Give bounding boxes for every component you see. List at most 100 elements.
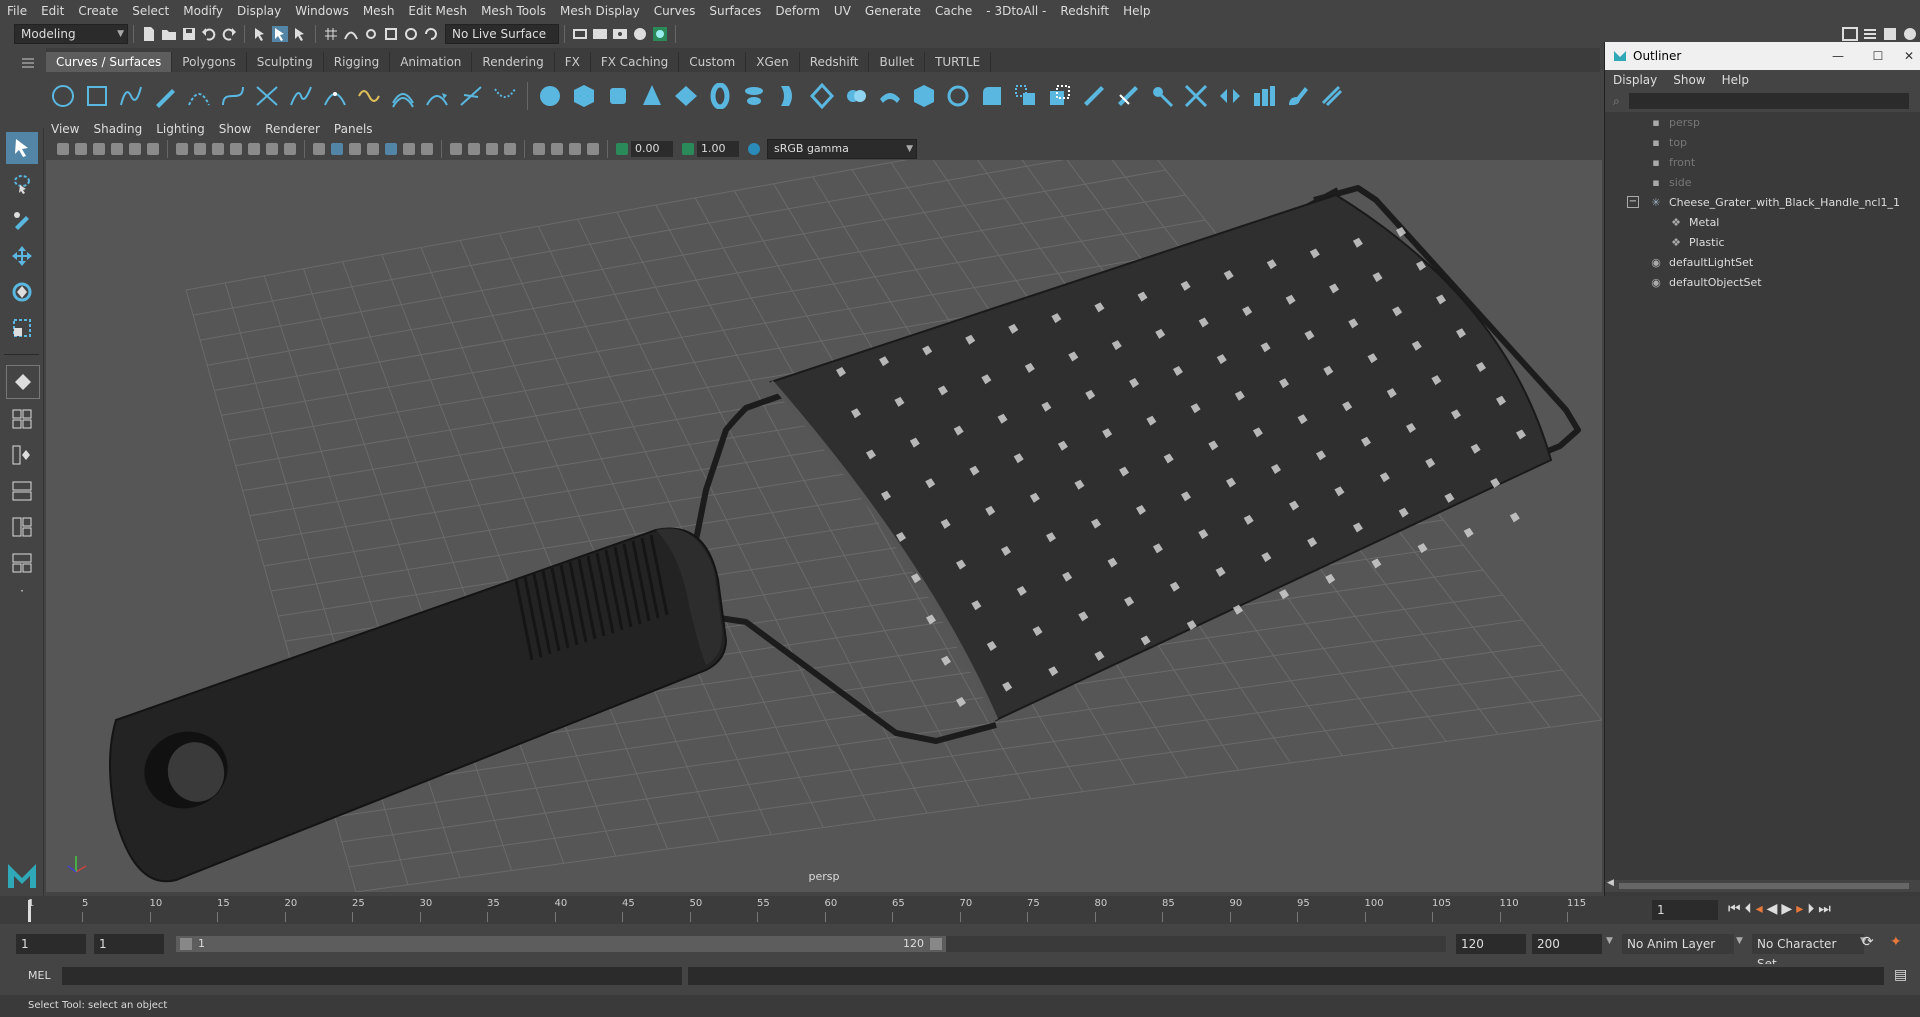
- hypershade-layout[interactable]: [6, 511, 38, 543]
- go-to-end-icon[interactable]: ⏭: [1818, 901, 1831, 917]
- viewport-menu-renderer[interactable]: Renderer: [258, 122, 327, 136]
- xray-active-icon[interactable]: [569, 143, 581, 155]
- scale-tool[interactable]: [6, 312, 38, 344]
- color-management-icon[interactable]: [748, 143, 760, 155]
- new-scene-icon[interactable]: [141, 26, 157, 42]
- mode-dropdown[interactable]: Modeling ▼: [14, 24, 128, 44]
- menu-mesh-display[interactable]: Mesh Display: [553, 4, 647, 18]
- menu-select[interactable]: Select: [125, 4, 176, 18]
- auto-key-icon[interactable]: ⟳: [1862, 934, 1874, 950]
- pencil-curve-icon[interactable]: [152, 83, 178, 109]
- step-forward-key-icon[interactable]: ⏵: [1807, 901, 1814, 917]
- safe-title-icon[interactable]: [284, 143, 296, 155]
- xray-icon[interactable]: [551, 143, 563, 155]
- menu-help[interactable]: Help: [1116, 4, 1157, 18]
- shelf-tab-sculpting[interactable]: Sculpting: [247, 52, 324, 72]
- attribute-editor-toggle-icon[interactable]: [1882, 26, 1898, 42]
- bezier-curve-icon[interactable]: [220, 83, 246, 109]
- menu-file[interactable]: File: [0, 4, 34, 18]
- offset-curve-icon[interactable]: [390, 83, 416, 109]
- motion-blur-icon[interactable]: [468, 143, 480, 155]
- menu-windows[interactable]: Windows: [288, 4, 356, 18]
- outliner-item[interactable]: ▪ top: [1605, 132, 1920, 152]
- camera-icon[interactable]: [57, 143, 69, 155]
- menu-mesh-tools[interactable]: Mesh Tools: [474, 4, 553, 18]
- channel-box-toggle-icon[interactable]: [1862, 26, 1878, 42]
- range-handle-start[interactable]: [180, 938, 192, 950]
- outliner-item[interactable]: ❖ Plastic: [1605, 232, 1920, 252]
- shelf-tab-custom[interactable]: Custom: [679, 52, 747, 72]
- save-scene-icon[interactable]: [181, 26, 197, 42]
- collapse-toggle-icon[interactable]: −: [1627, 196, 1639, 208]
- exposure-icon[interactable]: [616, 143, 628, 155]
- smooth-shade-icon[interactable]: [331, 143, 343, 155]
- gamma-field[interactable]: 1.00: [697, 141, 739, 157]
- shelf-tab-turtle[interactable]: TURTLE: [925, 52, 992, 72]
- bevel-plus-icon[interactable]: [911, 83, 937, 109]
- four-view-layout[interactable]: [6, 403, 38, 435]
- nurbs-cylinder-icon[interactable]: [605, 83, 631, 109]
- playback-end-field[interactable]: 120: [1456, 934, 1526, 954]
- film-gate-icon[interactable]: [194, 143, 206, 155]
- nurbs-cube-icon[interactable]: [571, 83, 597, 109]
- hypershade-icon[interactable]: [632, 26, 648, 42]
- open-scene-icon[interactable]: [161, 26, 177, 42]
- screen-space-ao-icon[interactable]: [450, 143, 462, 155]
- script-editor-icon[interactable]: ▤: [1894, 967, 1907, 983]
- outliner-item[interactable]: − ✳ Cheese_Grater_with_Black_Handle_ncl1_1: [1605, 192, 1920, 212]
- command-language-label[interactable]: MEL: [28, 969, 51, 982]
- snap-curve-icon[interactable]: [343, 26, 359, 42]
- range-handle-end[interactable]: [930, 938, 942, 950]
- play-forwards-icon[interactable]: ▶: [1781, 901, 1792, 917]
- loft-icon[interactable]: [775, 83, 801, 109]
- project-curve-icon[interactable]: [1047, 83, 1073, 109]
- add-points-icon[interactable]: [492, 83, 518, 109]
- scroll-left-icon[interactable]: ◀: [1607, 878, 1614, 888]
- nurbs-torus-icon[interactable]: [707, 83, 733, 109]
- shelf-tab-curves-surfaces[interactable]: Curves / Surfaces: [46, 52, 173, 72]
- menu-redshift[interactable]: Redshift: [1053, 4, 1116, 18]
- paint-select-tool[interactable]: [6, 204, 38, 236]
- select-object-icon[interactable]: [272, 26, 288, 42]
- step-forward-frame-icon[interactable]: ▸: [1796, 901, 1803, 917]
- outliner-item[interactable]: ❖ Metal: [1605, 212, 1920, 232]
- field-chart-icon[interactable]: [248, 143, 260, 155]
- maximize-icon[interactable]: ☐: [1858, 49, 1898, 63]
- grease-pencil-icon[interactable]: [147, 143, 159, 155]
- xray-joints-icon[interactable]: [587, 143, 599, 155]
- bookmark-icon[interactable]: [93, 143, 105, 155]
- redo-icon[interactable]: [221, 26, 237, 42]
- lasso-tool[interactable]: [6, 168, 38, 200]
- depth-of-field-icon[interactable]: [504, 143, 516, 155]
- viewport-3d[interactable]: persp: [46, 160, 1602, 892]
- anti-aliasing-icon[interactable]: [486, 143, 498, 155]
- safe-action-icon[interactable]: [266, 143, 278, 155]
- outliner-hscrollbar[interactable]: ◀: [1605, 878, 1920, 892]
- menu-curves[interactable]: Curves: [647, 4, 703, 18]
- chevron-down-icon[interactable]: ▼: [1606, 936, 1613, 946]
- detach-curves-icon[interactable]: [288, 83, 314, 109]
- resolution-gate-icon[interactable]: [212, 143, 224, 155]
- viewport-menu-panels[interactable]: Panels: [327, 122, 380, 136]
- extrude-icon[interactable]: [843, 83, 869, 109]
- wireframe-icon[interactable]: [313, 143, 325, 155]
- shelf-tab-polygons[interactable]: Polygons: [172, 52, 247, 72]
- surface-editing-icon[interactable]: [1319, 83, 1345, 109]
- shelf-tab-rendering[interactable]: Rendering: [472, 52, 555, 72]
- reverse-curve-icon[interactable]: [424, 83, 450, 109]
- shelf-tab-bullet[interactable]: Bullet: [869, 52, 926, 72]
- shelf-tab-xgen[interactable]: XGen: [746, 52, 800, 72]
- viewport-menu-shading[interactable]: Shading: [86, 122, 149, 136]
- playback-start-field[interactable]: 1: [94, 934, 164, 954]
- persp-outliner-layout[interactable]: [6, 439, 38, 471]
- persp-graph-layout[interactable]: [6, 475, 38, 507]
- shadows-icon[interactable]: [421, 143, 433, 155]
- nurbs-circle-icon[interactable]: [50, 83, 76, 109]
- gamma-icon[interactable]: [682, 143, 694, 155]
- go-to-start-icon[interactable]: ⏮: [1728, 901, 1741, 917]
- time-slider[interactable]: 1 5 10 15 20 25 30 35 40 45 50 55 60 65 70 75 80 85 90 95 10…: [0, 896, 1920, 924]
- character-set-dropdown[interactable]: No Character Set: [1752, 934, 1864, 971]
- viewport-menu-lighting[interactable]: Lighting: [149, 122, 212, 136]
- outliner-item[interactable]: ◉ defaultLightSet: [1605, 252, 1920, 272]
- menu-3dtoall[interactable]: - 3DtoAll -: [979, 4, 1053, 18]
